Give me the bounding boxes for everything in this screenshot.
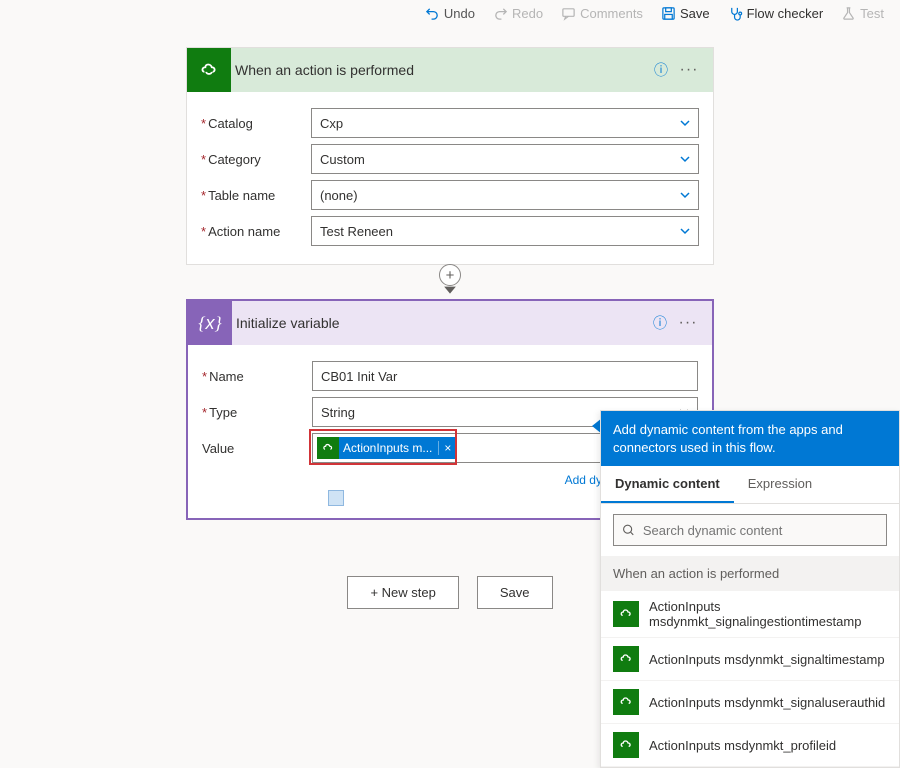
dataverse-icon <box>613 601 639 627</box>
new-step-button[interactable]: + New step <box>347 576 458 609</box>
dyn-tabs: Dynamic content Expression <box>601 466 899 504</box>
token-label: ActionInputs m... <box>343 441 434 455</box>
undo-button[interactable]: Undo <box>425 6 475 21</box>
dynamic-content-panel: Add dynamic content from the apps and co… <box>600 410 900 768</box>
trigger-body: *Catalog Cxp *Category Custom *Table nam… <box>187 92 713 264</box>
test-button[interactable]: Test <box>841 6 884 21</box>
catalog-select[interactable]: Cxp <box>311 108 699 138</box>
save-icon <box>661 6 676 21</box>
var-name-input[interactable]: CB01 Init Var <box>312 361 698 391</box>
comments-label: Comments <box>580 6 643 21</box>
flow-checker-label: Flow checker <box>747 6 824 21</box>
category-label: *Category <box>201 152 311 167</box>
dyn-item-label: ActionInputs msdynmkt_profileid <box>649 738 836 753</box>
token-remove[interactable]: × <box>438 441 456 455</box>
tab-expression[interactable]: Expression <box>734 466 826 503</box>
save-label-top: Save <box>680 6 710 21</box>
dyn-search[interactable] <box>613 514 887 546</box>
insert-pointer <box>328 490 344 506</box>
dataverse-icon <box>613 646 639 672</box>
category-select[interactable]: Custom <box>311 144 699 174</box>
action-select[interactable]: Test Reneen <box>311 216 699 246</box>
save-button-top[interactable]: Save <box>661 6 710 21</box>
comment-icon <box>561 6 576 21</box>
save-button[interactable]: Save <box>477 576 553 609</box>
redo-button[interactable]: Redo <box>493 6 543 21</box>
dataverse-icon <box>613 732 639 758</box>
dataverse-icon <box>613 689 639 715</box>
table-label: *Table name <box>201 188 311 203</box>
var-name-label: *Name <box>202 369 312 384</box>
trigger-card: When an action is performed ⓘ ··· *Catal… <box>186 47 714 265</box>
dyn-item-label: ActionInputs msdynmkt_signalingestiontim… <box>649 599 887 629</box>
variable-help-icon[interactable]: ⓘ <box>646 313 674 333</box>
redo-icon <box>493 6 508 21</box>
search-icon <box>622 523 635 537</box>
dyn-item[interactable]: ActionInputs msdynmkt_profileid <box>601 724 899 767</box>
top-toolbar: Undo Redo Comments Save Flow checker Tes… <box>0 0 900 25</box>
action-label: *Action name <box>201 224 311 239</box>
undo-label: Undo <box>444 6 475 21</box>
trigger-header[interactable]: When an action is performed ⓘ ··· <box>187 48 713 92</box>
trigger-title: When an action is performed <box>231 62 647 78</box>
dyn-item-label: ActionInputs msdynmkt_signaltimestamp <box>649 652 885 667</box>
variable-title: Initialize variable <box>232 315 646 331</box>
redo-label: Redo <box>512 6 543 21</box>
dyn-banner: Add dynamic content from the apps and co… <box>601 411 899 466</box>
dataverse-icon <box>187 48 231 92</box>
var-value-label: Value <box>202 441 312 456</box>
dyn-search-input[interactable] <box>643 523 878 538</box>
dyn-item[interactable]: ActionInputs msdynmkt_signaltimestamp <box>601 638 899 681</box>
table-select[interactable]: (none) <box>311 180 699 210</box>
dyn-item[interactable]: ActionInputs msdynmkt_signalingestiontim… <box>601 591 899 638</box>
test-label: Test <box>860 6 884 21</box>
variable-icon: {x} <box>188 301 232 345</box>
catalog-label: *Catalog <box>201 116 311 131</box>
comments-button[interactable]: Comments <box>561 6 643 21</box>
tab-dynamic-content[interactable]: Dynamic content <box>601 466 734 503</box>
variable-menu[interactable]: ··· <box>674 314 702 332</box>
trigger-menu[interactable]: ··· <box>675 61 703 79</box>
stethoscope-icon <box>728 6 743 21</box>
undo-icon <box>425 6 440 21</box>
value-token[interactable]: ActionInputs m... × <box>317 437 456 459</box>
dyn-item[interactable]: ActionInputs msdynmkt_signaluserauthid <box>601 681 899 724</box>
dyn-item-label: ActionInputs msdynmkt_signaluserauthid <box>649 695 885 710</box>
trigger-help-icon[interactable]: ⓘ <box>647 60 675 80</box>
dyn-group-title: When an action is performed <box>601 556 899 591</box>
flow-checker-button[interactable]: Flow checker <box>728 6 824 21</box>
dataverse-icon <box>317 437 339 459</box>
flask-icon <box>841 6 856 21</box>
var-type-label: *Type <box>202 405 312 420</box>
variable-header[interactable]: {x} Initialize variable ⓘ ··· <box>188 301 712 345</box>
